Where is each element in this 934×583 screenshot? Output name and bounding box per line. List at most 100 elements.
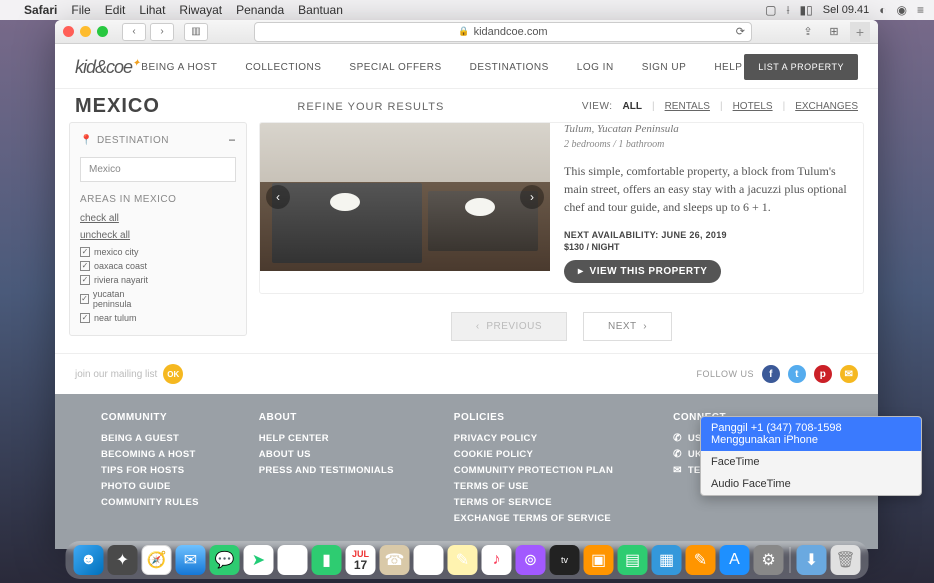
nav-help[interactable]: HELP — [714, 62, 742, 73]
dock-reminders-icon[interactable]: ≡ — [414, 545, 444, 575]
footer-link[interactable]: PHOTO GUIDE — [101, 481, 199, 492]
dock-downloads-icon[interactable]: ⬇ — [797, 545, 827, 575]
sidebar-toggle-button[interactable]: ▥ — [184, 23, 208, 41]
newsletter-input[interactable]: join our mailing list — [75, 369, 157, 380]
list-property-button[interactable]: LIST A PROPERTY — [744, 54, 858, 80]
uncheck-all-link[interactable]: uncheck all — [80, 230, 236, 241]
maximize-window-button[interactable] — [97, 26, 108, 37]
ctx-audio-facetime[interactable]: Audio FaceTime — [701, 473, 921, 495]
carousel-prev-button[interactable]: ‹ — [266, 185, 290, 209]
dock-calendar-icon[interactable]: JUL17 — [346, 545, 376, 575]
share-icon[interactable]: ⇪ — [798, 24, 818, 40]
mail-icon[interactable]: ✉ — [840, 365, 858, 383]
minimize-window-button[interactable] — [80, 26, 91, 37]
newsletter-submit-button[interactable]: OK — [163, 364, 183, 384]
nav-being-a-host[interactable]: BEING A HOST — [141, 62, 217, 73]
pinterest-icon[interactable]: p — [814, 365, 832, 383]
check-all-link[interactable]: check all — [80, 213, 236, 224]
nav-destinations[interactable]: DESTINATIONS — [470, 62, 549, 73]
dock-facetime-icon[interactable]: ▮ — [312, 545, 342, 575]
wifi-icon[interactable]: ⟊ — [786, 3, 789, 18]
dock-tv-icon[interactable]: tv — [550, 545, 580, 575]
footer-link[interactable]: COOKIE POLICY — [454, 449, 613, 460]
menubar-clock[interactable]: Sel 09.41 — [823, 4, 869, 16]
dock-music-icon[interactable]: ♪ — [482, 545, 512, 575]
footer-link[interactable]: ABOUT US — [259, 449, 394, 460]
tab-all[interactable]: ALL — [623, 101, 642, 112]
airplay-icon[interactable]: ▢ — [765, 3, 776, 17]
dock-trash-icon[interactable]: 🗑 — [831, 545, 861, 575]
menubar-item[interactable]: File — [71, 3, 90, 17]
tabs-icon[interactable]: ⊞ — [824, 24, 844, 40]
dock-launchpad-icon[interactable]: ✦ — [108, 545, 138, 575]
dock-pages-icon[interactable]: ✎ — [686, 545, 716, 575]
forward-button[interactable]: › — [150, 23, 174, 41]
footer-link[interactable]: BEING A GUEST — [101, 433, 199, 444]
dock-books-icon[interactable]: ▣ — [584, 545, 614, 575]
carousel-next-button[interactable]: › — [520, 185, 544, 209]
check-oaxaca-coast[interactable]: ✓oaxaca coast — [80, 261, 155, 271]
destination-input[interactable] — [80, 157, 236, 182]
menubar-item[interactable]: Riwayat — [179, 3, 222, 17]
dock-podcasts-icon[interactable]: ⊚ — [516, 545, 546, 575]
facebook-icon[interactable]: f — [762, 365, 780, 383]
nav-special-offers[interactable]: SPECIAL OFFERS — [349, 62, 441, 73]
check-near-tulum[interactable]: ✓near tulum — [80, 313, 155, 323]
menubar-app[interactable]: Safari — [24, 3, 57, 17]
ctx-facetime[interactable]: FaceTime — [701, 451, 921, 473]
dock-photos-icon[interactable]: ✿ — [278, 545, 308, 575]
ctx-call-iphone[interactable]: Panggil +1 (347) 708-1598 Menggunakan iP… — [701, 417, 921, 451]
footer-link[interactable]: COMMUNITY PROTECTION PLAN — [454, 465, 613, 476]
next-page-button[interactable]: NEXT › — [583, 312, 672, 341]
dock-preferences-icon[interactable]: ⚙ — [754, 545, 784, 575]
spotlight-icon[interactable]: ◐ — [879, 3, 886, 17]
dock-mail-icon[interactable]: ✉ — [176, 545, 206, 575]
dock-contacts-icon[interactable]: ☎ — [380, 545, 410, 575]
tab-rentals[interactable]: RENTALS — [665, 101, 710, 112]
close-window-button[interactable] — [63, 26, 74, 37]
tab-exchanges[interactable]: EXCHANGES — [795, 101, 858, 112]
siri-icon[interactable]: ◉ — [897, 3, 907, 17]
dock-notes-icon[interactable]: ✎ — [448, 545, 478, 575]
site-logo[interactable]: kid&coe✦ — [75, 57, 139, 78]
dock-numbers-icon[interactable]: ▤ — [618, 545, 648, 575]
footer-link[interactable]: BECOMING A HOST — [101, 449, 199, 460]
property-description: This simple, comfortable property, a blo… — [564, 162, 849, 216]
check-mexico-city[interactable]: ✓mexico city — [80, 247, 155, 257]
check-yucatan-peninsula[interactable]: ✓yucatan peninsula — [80, 289, 155, 309]
menubar-item[interactable]: Bantuan — [298, 3, 343, 17]
footer-link[interactable]: PRESS AND TESTIMONIALS — [259, 465, 394, 476]
footer-link[interactable]: HELP CENTER — [259, 433, 394, 444]
address-bar[interactable]: 🔒 kidandcoe.com ⟳ — [254, 22, 752, 42]
dock-maps-icon[interactable]: ➤ — [244, 545, 274, 575]
notification-center-icon[interactable]: ≡ — [917, 3, 924, 17]
footer-link[interactable]: EXCHANGE TERMS OF SERVICE — [454, 513, 613, 524]
back-button[interactable]: ‹ — [122, 23, 146, 41]
footer-link[interactable]: PRIVACY POLICY — [454, 433, 613, 444]
dock-appstore-icon[interactable]: A — [720, 545, 750, 575]
menubar-item[interactable]: Lihat — [139, 3, 165, 17]
dock-messages-icon[interactable]: 💬 — [210, 545, 240, 575]
collapse-icon[interactable]: − — [228, 133, 236, 147]
dock-keynote-icon[interactable]: ▦ — [652, 545, 682, 575]
footer-link[interactable]: TERMS OF SERVICE — [454, 497, 613, 508]
footer-link[interactable]: COMMUNITY RULES — [101, 497, 199, 508]
dock-safari-icon[interactable]: 🧭 — [142, 545, 172, 575]
new-tab-button[interactable]: + — [850, 22, 870, 42]
property-image: ‹ › — [260, 123, 550, 271]
dock-finder-icon[interactable]: ☻ — [74, 545, 104, 575]
nav-sign-up[interactable]: SIGN UP — [642, 62, 687, 73]
twitter-icon[interactable]: t — [788, 365, 806, 383]
footer-link[interactable]: TERMS OF USE — [454, 481, 613, 492]
page-title: MEXICO — [75, 95, 160, 118]
tab-hotels[interactable]: HOTELS — [733, 101, 773, 112]
menubar-item[interactable]: Penanda — [236, 3, 284, 17]
nav-collections[interactable]: COLLECTIONS — [245, 62, 321, 73]
view-property-button[interactable]: ▸VIEW THIS PROPERTY — [564, 260, 721, 283]
menubar-item[interactable]: Edit — [105, 3, 126, 17]
reload-icon[interactable]: ⟳ — [736, 25, 745, 38]
check-riviera-nayarit[interactable]: ✓riviera nayarit — [80, 275, 155, 285]
nav-log-in[interactable]: LOG IN — [577, 62, 614, 73]
battery-icon[interactable]: ▮▯ — [800, 3, 813, 17]
footer-link[interactable]: TIPS FOR HOSTS — [101, 465, 199, 476]
